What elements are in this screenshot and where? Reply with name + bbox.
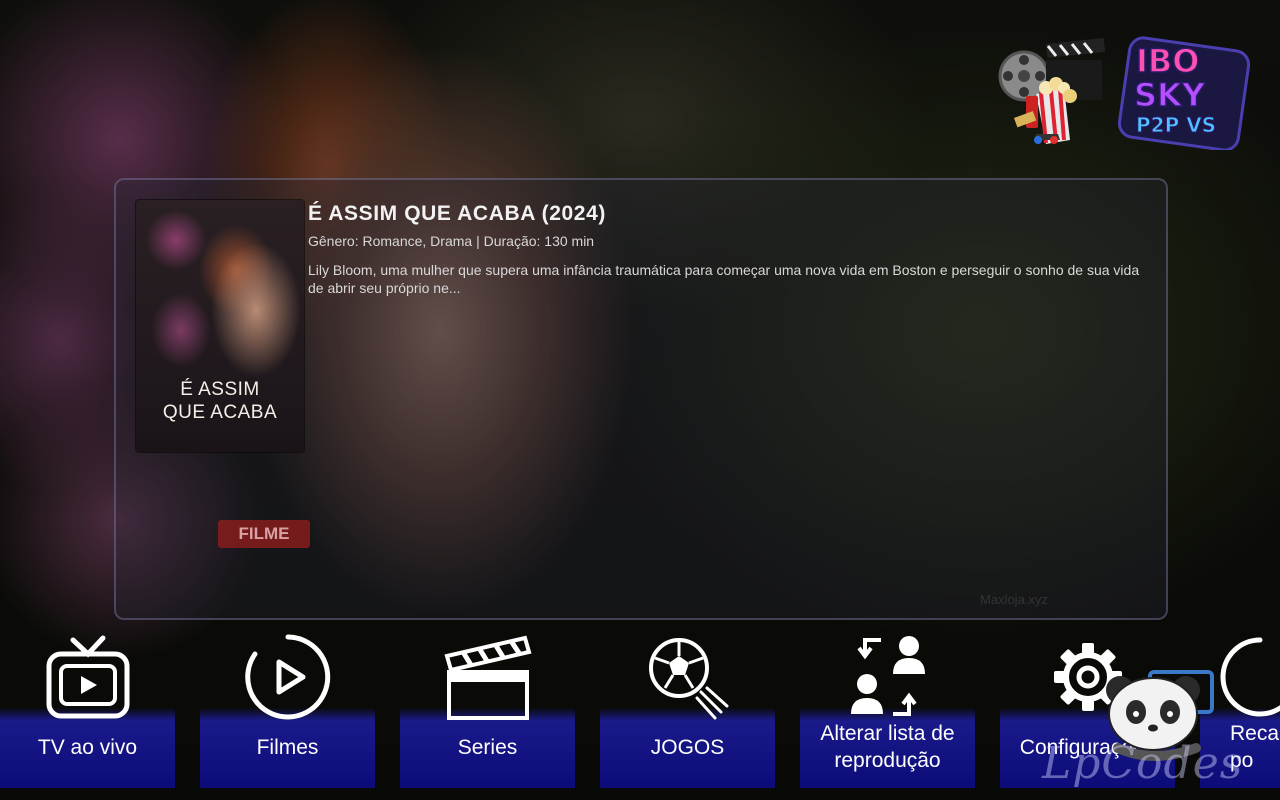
menu-label: Alterar lista de reprodução bbox=[820, 722, 955, 772]
movie-poster[interactable]: É ASSIM QUE ACABA bbox=[136, 200, 304, 452]
switch-users-icon bbox=[850, 636, 925, 716]
featured-info-panel: É ASSIM QUE ACABA É ASSIM QUE ACABA (202… bbox=[114, 178, 1168, 620]
menu-tile-series[interactable]: Series bbox=[400, 620, 575, 788]
menu-tile-change-playlist[interactable]: Alterar lista de reprodução bbox=[800, 620, 975, 788]
menu-tile-live-tv[interactable]: TV ao vivo bbox=[0, 620, 175, 788]
refresh-icon bbox=[1220, 637, 1280, 717]
source-watermark: Maxloja.xyz bbox=[980, 592, 1048, 607]
menu-label: TV ao vivo bbox=[37, 736, 138, 759]
menu-label: Series bbox=[457, 736, 518, 759]
lpcodes-watermark: LpCodes bbox=[1042, 738, 1244, 789]
svg-text:IBO: IBO bbox=[1136, 42, 1200, 80]
svg-text:P2P VS: P2P VS bbox=[1136, 113, 1216, 137]
movie-title: É ASSIM QUE ACABA (2024) bbox=[308, 202, 606, 225]
soccer-ball-icon bbox=[648, 638, 728, 720]
content-type-badge: FILME bbox=[218, 520, 310, 548]
movie-description: Lily Bloom, uma mulher que supera uma in… bbox=[308, 262, 1140, 296]
menu-tile-games[interactable]: JOGOS bbox=[600, 620, 775, 788]
menu-tile-movies[interactable]: Filmes bbox=[200, 620, 375, 788]
tv-icon bbox=[46, 635, 129, 719]
ibo-sky-brand-logo: IBO SKY P2P VS bbox=[1118, 36, 1250, 150]
poster-title: É ASSIM QUE ACABA bbox=[162, 379, 278, 423]
play-circle-icon bbox=[244, 634, 330, 720]
clapperboard-icon bbox=[443, 635, 532, 720]
menu-label: Filmes bbox=[256, 736, 319, 759]
menu-label: JOGOS bbox=[650, 736, 725, 759]
movie-meta: Gênero: Romance, Drama | Duração: 130 mi… bbox=[308, 233, 595, 249]
svg-text:SKY: SKY bbox=[1134, 76, 1206, 114]
film-reel-popcorn-icon bbox=[998, 37, 1106, 144]
